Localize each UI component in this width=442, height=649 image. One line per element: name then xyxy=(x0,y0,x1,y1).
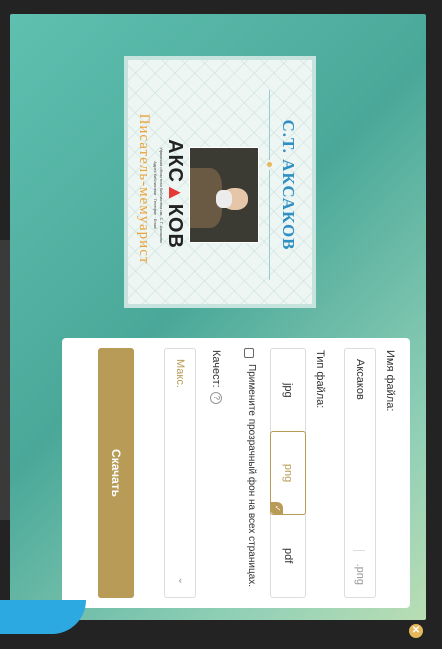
filetype-label: Тип файла: xyxy=(314,350,326,409)
check-icon: ✓ xyxy=(271,502,283,515)
help-icon[interactable]: ? xyxy=(209,391,222,404)
preview-title: С.Т. АКСАКОВ xyxy=(279,119,298,251)
preview-subtitle: Писатель-мемуарист xyxy=(136,113,152,265)
page-preview: С.Т. АКСАКОВ АКС▲КОВ Уфимская областная … xyxy=(124,56,316,308)
library-logo: АКС▲КОВ xyxy=(164,139,186,249)
close-icon[interactable]: ✕ xyxy=(409,624,423,638)
portrait-image xyxy=(190,148,258,242)
quality-select[interactable]: Макс. ⌄ xyxy=(164,348,196,598)
dialog-content: С.Т. АКСАКОВ АКС▲КОВ Уфимская областная … xyxy=(0,14,426,634)
divider xyxy=(269,90,270,160)
filetype-jpg[interactable]: jpg xyxy=(271,349,305,432)
dot-ornament xyxy=(267,162,272,167)
filename-input[interactable]: Аксаков .png xyxy=(344,348,376,598)
preview-caption: Уфимская областная библиотека им. С.Т. А… xyxy=(159,147,164,243)
divider xyxy=(269,170,270,280)
quality-label: Качест:? xyxy=(209,350,222,404)
backdrop-sidebar xyxy=(0,240,10,520)
preview-contacts: Адрес библиотеки · Телефон · Email xyxy=(153,161,158,229)
chevron-down-icon: ⌄ xyxy=(176,576,187,585)
transparent-bg-checkbox[interactable] xyxy=(244,348,254,358)
file-extension: .png xyxy=(354,563,366,585)
filetype-png[interactable]: png ✓ xyxy=(270,430,306,516)
filetype-pdf[interactable]: pdf xyxy=(271,514,305,597)
filetype-selector: jpg png ✓ pdf xyxy=(270,348,306,598)
download-dialog: С.Т. АКСАКОВ АКС▲КОВ Уфимская областная … xyxy=(0,14,426,634)
filename-label: Имя файла: xyxy=(384,350,396,412)
transparent-bg-label: Примените прозрачный фон на всех страниц… xyxy=(246,364,257,588)
download-button[interactable]: Скачать xyxy=(98,348,134,598)
export-settings-panel: Имя файла: Аксаков .png Тип файла: jpg p… xyxy=(62,338,410,608)
